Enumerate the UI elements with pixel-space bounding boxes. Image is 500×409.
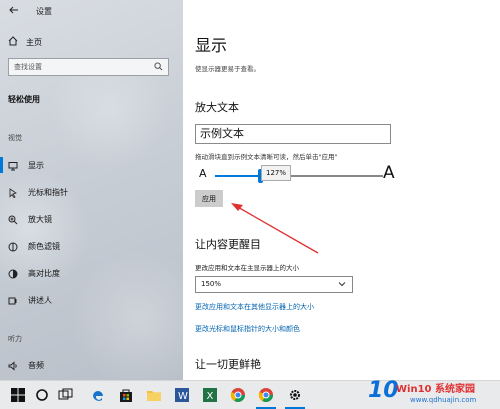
- watermark-site: www.qdhuajin.com: [410, 396, 477, 404]
- section-hearing: 听力: [8, 335, 22, 343]
- scale-dropdown[interactable]: 150%: [195, 276, 353, 293]
- watermark-number: 10: [368, 378, 399, 403]
- slider-track[interactable]: [215, 169, 383, 183]
- link-cursor-size[interactable]: 更改光标和鼠标指针的大小和颜色: [195, 324, 300, 334]
- svg-text:X: X: [207, 391, 214, 402]
- color-filter-icon: [8, 242, 18, 252]
- sidebar: 设置 主页 查找设置 轻松使用 视觉 显示 光标和指针 放大镜 颜色滤镜 高对比…: [0, 0, 183, 380]
- brighter-heading: 让一切更鲜艳: [195, 358, 261, 371]
- magnifier-icon: [8, 215, 18, 225]
- home-label: 主页: [26, 37, 42, 47]
- store-icon[interactable]: [118, 387, 134, 403]
- sidebar-item-label: 讲述人: [28, 296, 52, 305]
- windows-start-icon[interactable]: [10, 387, 26, 403]
- sidebar-item-label: 放大镜: [28, 215, 52, 224]
- link-other-displays[interactable]: 更改应用和文本在其他显示器上的大小: [195, 302, 314, 312]
- enlarge-text-heading: 放大文本: [195, 101, 239, 114]
- sidebar-item-label: 颜色滤镜: [28, 242, 60, 251]
- sidebar-item-magnifier[interactable]: 放大镜: [8, 214, 52, 225]
- narrator-icon: [8, 296, 18, 306]
- scale-label: 更改应用和文本在主显示器上的大小: [195, 264, 299, 272]
- excel-icon[interactable]: X: [202, 387, 218, 403]
- text-size-slider[interactable]: A 127% A: [195, 163, 395, 187]
- sidebar-item-narrator[interactable]: 讲述人: [8, 295, 52, 306]
- bigger-heading: 让内容更醒目: [195, 238, 261, 251]
- cortana-icon[interactable]: [34, 387, 50, 403]
- sidebar-item-color-filters[interactable]: 颜色滤镜: [8, 241, 60, 252]
- section-vision: 视觉: [8, 134, 22, 142]
- scale-value: 150%: [201, 280, 222, 288]
- category-heading: 轻松使用: [8, 95, 40, 104]
- watermark-logo: 10 Win10 系统家园 www.qdhuajin.com: [366, 376, 500, 409]
- sidebar-item-display[interactable]: 显示: [0, 157, 44, 173]
- watermark-brand: Win10 系统家园: [396, 384, 475, 395]
- slider-value-tooltip: 127%: [261, 165, 291, 181]
- search-icon: [154, 62, 163, 71]
- page-subtitle: 使显示器更易于查看。: [195, 65, 260, 73]
- edge-icon[interactable]: [90, 387, 106, 403]
- sidebar-item-cursor[interactable]: 光标和指针: [8, 187, 68, 198]
- search-input[interactable]: 查找设置: [8, 58, 169, 76]
- slider-small-a: A: [199, 167, 207, 180]
- cursor-icon: [8, 187, 18, 198]
- slider-fill: [215, 175, 261, 177]
- apply-button[interactable]: 应用: [195, 190, 223, 207]
- svg-text:W: W: [178, 391, 188, 402]
- speaker-icon: [8, 360, 18, 371]
- settings-gear-icon[interactable]: [287, 387, 303, 403]
- main-content: 显示 使显示器更易于查看。 放大文本 示例文本 拖动滑块直到示例文本清晰可读，然…: [183, 0, 500, 380]
- file-explorer-icon[interactable]: [146, 387, 162, 403]
- page-title: 显示: [195, 36, 228, 55]
- home-icon: [8, 36, 18, 48]
- sidebar-item-label: 高对比度: [28, 269, 60, 278]
- word-icon[interactable]: W: [174, 387, 190, 403]
- slider-help-text: 拖动滑块直到示例文本清晰可读，然后单击"应用": [195, 153, 338, 161]
- contrast-icon: [8, 269, 18, 279]
- monitor-icon: [8, 161, 18, 171]
- app-title: 设置: [36, 7, 52, 16]
- back-arrow-icon[interactable]: [9, 4, 19, 18]
- sample-text-box: 示例文本: [195, 124, 391, 144]
- search-placeholder: 查找设置: [14, 63, 42, 71]
- chevron-down-icon: [338, 282, 346, 287]
- slider-large-a: A: [383, 163, 395, 183]
- task-view-icon[interactable]: [58, 387, 74, 403]
- sidebar-item-label: 显示: [28, 161, 44, 170]
- sidebar-item-label: 音频: [28, 361, 44, 370]
- sidebar-item-high-contrast[interactable]: 高对比度: [8, 268, 60, 279]
- chrome-active-icon[interactable]: [258, 387, 274, 403]
- sidebar-item-home[interactable]: 主页: [8, 36, 42, 48]
- sidebar-item-label: 光标和指针: [28, 188, 68, 197]
- sidebar-item-audio[interactable]: 音频: [8, 360, 44, 371]
- chrome-icon[interactable]: [230, 387, 246, 403]
